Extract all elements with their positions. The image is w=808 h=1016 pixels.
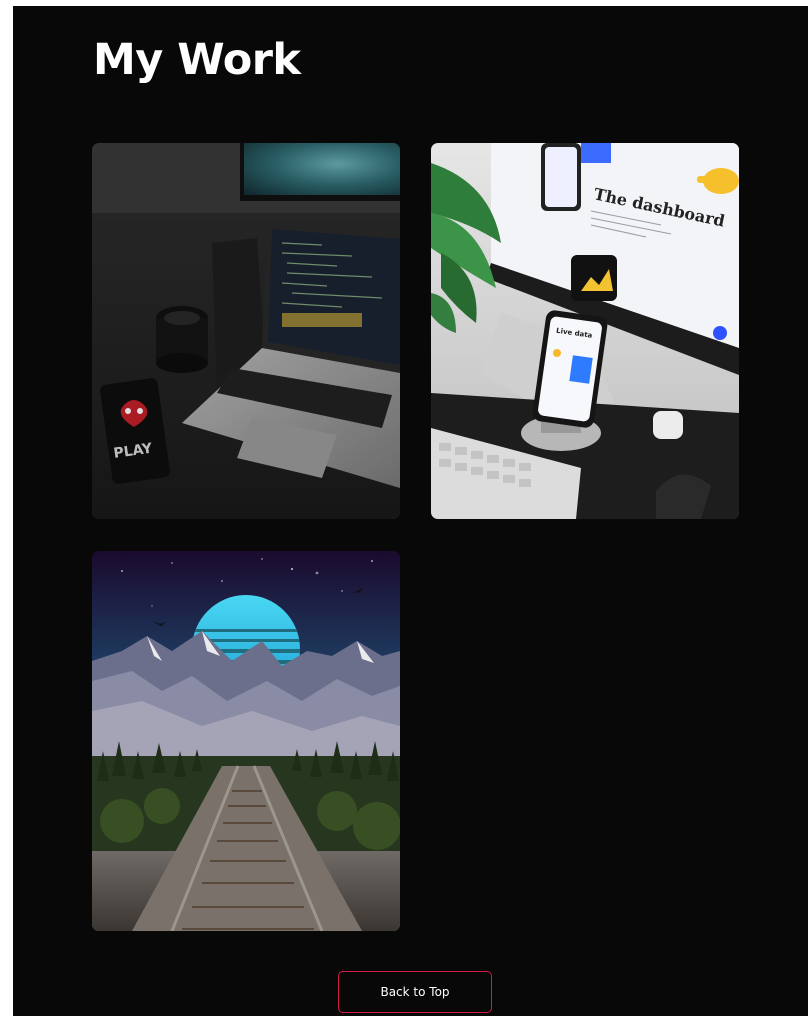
synthwave-landscape-image bbox=[92, 551, 400, 931]
monitor-phone-image: The dashboard Live data bbox=[431, 143, 739, 519]
project-card-laptop[interactable]: PLAY bbox=[92, 143, 400, 519]
project-card-dashboard[interactable]: The dashboard Live data bbox=[431, 143, 739, 519]
project-card-railway[interactable] bbox=[92, 551, 400, 931]
laptop-desk-image: PLAY bbox=[92, 143, 400, 519]
portfolio-section: My Work PLAY The dashboard Live data Bac… bbox=[13, 6, 808, 1016]
back-to-top-button[interactable]: Back to Top bbox=[338, 971, 492, 1013]
section-title: My Work bbox=[93, 35, 301, 85]
